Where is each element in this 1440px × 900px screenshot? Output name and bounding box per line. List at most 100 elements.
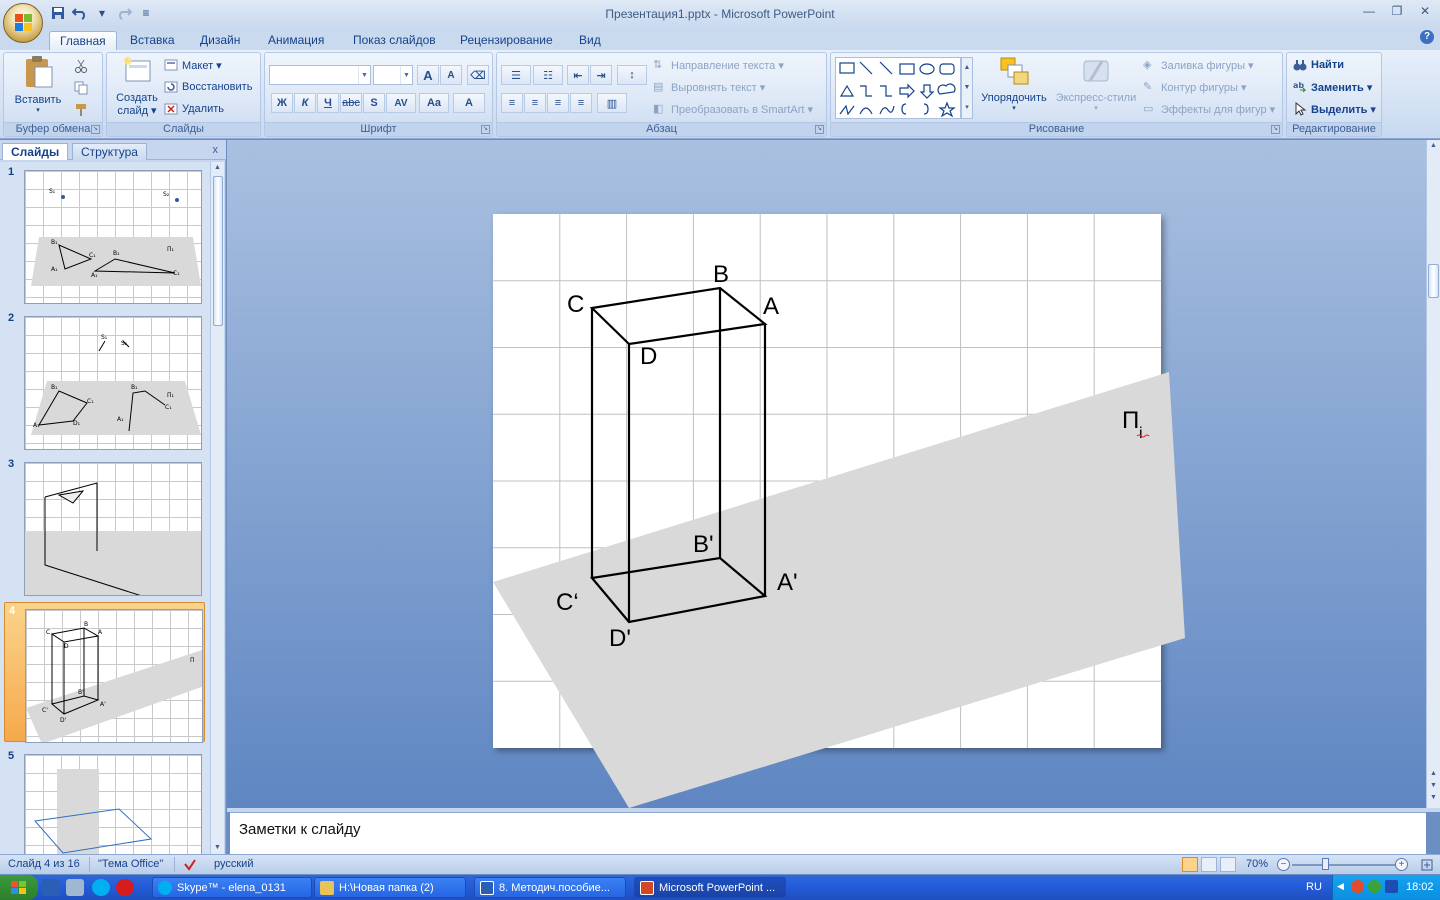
chrome-tray-icon[interactable] bbox=[1351, 880, 1364, 893]
skype-status-tray-icon[interactable] bbox=[1368, 880, 1381, 893]
minimize-icon[interactable]: — bbox=[1362, 4, 1376, 18]
shape-effects-button[interactable]: ▭ Эффекты для фигур ▾ bbox=[1143, 99, 1275, 119]
line-spacing-icon[interactable]: ↕ bbox=[617, 65, 647, 85]
zoom-in-icon[interactable]: + bbox=[1395, 858, 1408, 871]
tab-home[interactable]: Главная bbox=[49, 31, 117, 50]
replace-button[interactable]: ab Заменить ▾ bbox=[1293, 77, 1372, 97]
char-spacing-button[interactable]: AV bbox=[386, 93, 416, 113]
shadow-button[interactable]: S bbox=[363, 93, 385, 113]
editor-scrollbar[interactable]: ▲ ▲ ▼ ▼ bbox=[1426, 140, 1440, 808]
word-quicklaunch-icon[interactable] bbox=[42, 879, 60, 896]
clipboard-launcher-icon[interactable]: ↘ bbox=[91, 125, 100, 134]
reset-button[interactable]: Восстановить bbox=[164, 77, 252, 97]
close-icon[interactable]: ✕ bbox=[1418, 4, 1432, 18]
align-text-button[interactable]: ▤ Выровнять текст ▾ bbox=[653, 77, 765, 97]
format-painter-icon[interactable] bbox=[74, 103, 88, 117]
font-size-select[interactable]: ▼ bbox=[373, 65, 413, 85]
scroll-down-icon[interactable]: ▼ bbox=[211, 842, 224, 854]
layout-button[interactable]: Макет ▾ bbox=[164, 55, 222, 75]
tab-design[interactable]: Дизайн bbox=[190, 31, 250, 50]
copy-icon[interactable] bbox=[74, 81, 88, 95]
restore-icon[interactable]: ❐ bbox=[1390, 4, 1404, 18]
skype-quicklaunch-icon[interactable] bbox=[92, 879, 110, 896]
align-center-icon[interactable]: ≡ bbox=[524, 93, 546, 113]
font-launcher-icon[interactable]: ↘ bbox=[481, 125, 490, 134]
scroll-up-icon[interactable]: ▲ bbox=[1427, 140, 1440, 152]
taskbar-item-word[interactable]: 8. Методич.пособие... bbox=[474, 877, 626, 898]
sorter-view-icon[interactable] bbox=[1201, 857, 1217, 872]
new-slide-button[interactable]: Создать слайд ▾ bbox=[111, 55, 163, 117]
font-family-select[interactable]: ▼ bbox=[269, 65, 371, 85]
zoom-slider[interactable] bbox=[1292, 864, 1396, 866]
align-right-icon[interactable]: ≡ bbox=[547, 93, 569, 113]
clear-format-icon[interactable]: ⌫ bbox=[467, 65, 489, 85]
select-button[interactable]: Выделить ▾ bbox=[1293, 99, 1376, 119]
slide-thumbnail-1[interactable]: 1 S₁ S₂ B₁ C₁ A₁ B₁ A₁ C₁ Π₁ bbox=[4, 164, 205, 304]
start-button[interactable] bbox=[0, 875, 38, 900]
delete-slide-button[interactable]: Удалить bbox=[164, 99, 224, 119]
office-button[interactable] bbox=[3, 3, 43, 43]
prev-slide-icon[interactable]: ▲ bbox=[1427, 768, 1440, 780]
tab-review[interactable]: Рецензирование bbox=[450, 31, 563, 50]
underline-button[interactable]: Ч bbox=[317, 93, 339, 113]
shape-outline-button[interactable]: ✎ Контур фигуры ▾ bbox=[1143, 77, 1247, 97]
network-quicklaunch-icon[interactable] bbox=[66, 879, 84, 896]
paste-button[interactable]: Вставить ▾ bbox=[12, 55, 64, 114]
tab-outline[interactable]: Структура bbox=[72, 143, 147, 160]
quick-styles-button[interactable]: Экспресс-стили ▾ bbox=[1053, 55, 1139, 112]
italic-button[interactable]: К bbox=[294, 93, 316, 113]
taskbar-item-powerpoint[interactable]: Microsoft PowerPoint ... bbox=[634, 877, 786, 898]
normal-view-icon[interactable] bbox=[1182, 857, 1198, 872]
cut-icon[interactable] bbox=[74, 59, 88, 73]
slide-thumbnail-5[interactable]: 5 bbox=[4, 748, 205, 854]
decrease-indent-icon[interactable]: ⇤ bbox=[567, 65, 589, 85]
bullets-icon[interactable]: ☰ bbox=[501, 65, 531, 85]
find-button[interactable]: Найти bbox=[1293, 55, 1344, 75]
slide-thumbnail-2[interactable]: 2 S₁ S₂ B₁ C₁ A₁ D₁ B₁ Π₁ C₁ A₁ bbox=[4, 310, 205, 450]
tab-slides[interactable]: Слайды bbox=[2, 143, 69, 160]
text-direction-button[interactable]: ⇅ Направление текста ▾ bbox=[653, 55, 784, 75]
clock[interactable]: 18:02 bbox=[1406, 881, 1434, 893]
justify-icon[interactable]: ≡ bbox=[570, 93, 592, 113]
shapes-gallery[interactable] bbox=[835, 57, 961, 119]
opera-quicklaunch-icon[interactable] bbox=[116, 879, 134, 896]
zoom-out-icon[interactable]: − bbox=[1277, 858, 1290, 871]
slide-thumbnail-3[interactable]: 3 bbox=[4, 456, 205, 596]
scroll-thumb[interactable] bbox=[213, 176, 223, 326]
zoom-level[interactable]: 70% bbox=[1246, 858, 1268, 870]
drawing-launcher-icon[interactable]: ↘ bbox=[1271, 125, 1280, 134]
next-slide-icon[interactable]: ▼ bbox=[1427, 780, 1440, 792]
close-pane-icon[interactable]: x bbox=[213, 144, 219, 156]
align-left-icon[interactable]: ≡ bbox=[501, 93, 523, 113]
tab-animation[interactable]: Анимация bbox=[258, 31, 334, 50]
scroll-up-icon[interactable]: ▲ bbox=[211, 162, 224, 174]
shape-fill-button[interactable]: ◈ Заливка фигуры ▾ bbox=[1143, 55, 1254, 75]
zoom-slider-thumb[interactable] bbox=[1322, 858, 1329, 870]
language[interactable]: русский bbox=[214, 858, 253, 870]
notes-pane[interactable]: Заметки к слайду bbox=[230, 812, 1426, 854]
thumbnail-scrollbar[interactable]: ▲ ▼ bbox=[210, 162, 224, 854]
tray-expand-icon[interactable]: ◀ bbox=[1337, 881, 1344, 892]
shapes-scroll[interactable]: ▲ ▼ ▾ bbox=[961, 57, 973, 119]
scroll-thumb[interactable] bbox=[1428, 264, 1439, 298]
change-case-button[interactable]: Aa bbox=[419, 93, 449, 113]
tab-slideshow[interactable]: Показ слайдов bbox=[343, 31, 446, 50]
scroll-down-icon[interactable]: ▼ bbox=[1427, 792, 1440, 804]
font-color-button[interactable]: A bbox=[453, 93, 485, 113]
slide-thumbnail-4[interactable]: 4 C B A D Π B' A' C' D' bbox=[4, 602, 205, 743]
network-tray-icon[interactable] bbox=[1385, 880, 1398, 893]
taskbar-item-folder[interactable]: H:\Новая папка (2) bbox=[314, 877, 466, 898]
slideshow-view-icon[interactable] bbox=[1220, 857, 1236, 872]
smartart-button[interactable]: ◧ Преобразовать в SmartArt ▾ bbox=[653, 99, 813, 119]
tab-insert[interactable]: Вставка bbox=[120, 31, 185, 50]
grow-font-button[interactable]: A bbox=[417, 65, 439, 85]
help-icon[interactable]: ? bbox=[1420, 30, 1434, 44]
shrink-font-button[interactable]: A bbox=[440, 65, 462, 85]
tab-view[interactable]: Вид bbox=[569, 31, 611, 50]
spellcheck-icon[interactable] bbox=[183, 858, 197, 871]
increase-indent-icon[interactable]: ⇥ bbox=[590, 65, 612, 85]
arrange-button[interactable]: Упорядочить ▾ bbox=[977, 55, 1051, 112]
numbering-icon[interactable]: ☷ bbox=[533, 65, 563, 85]
paragraph-launcher-icon[interactable]: ↘ bbox=[815, 125, 824, 134]
projection-plane[interactable] bbox=[493, 372, 1185, 808]
